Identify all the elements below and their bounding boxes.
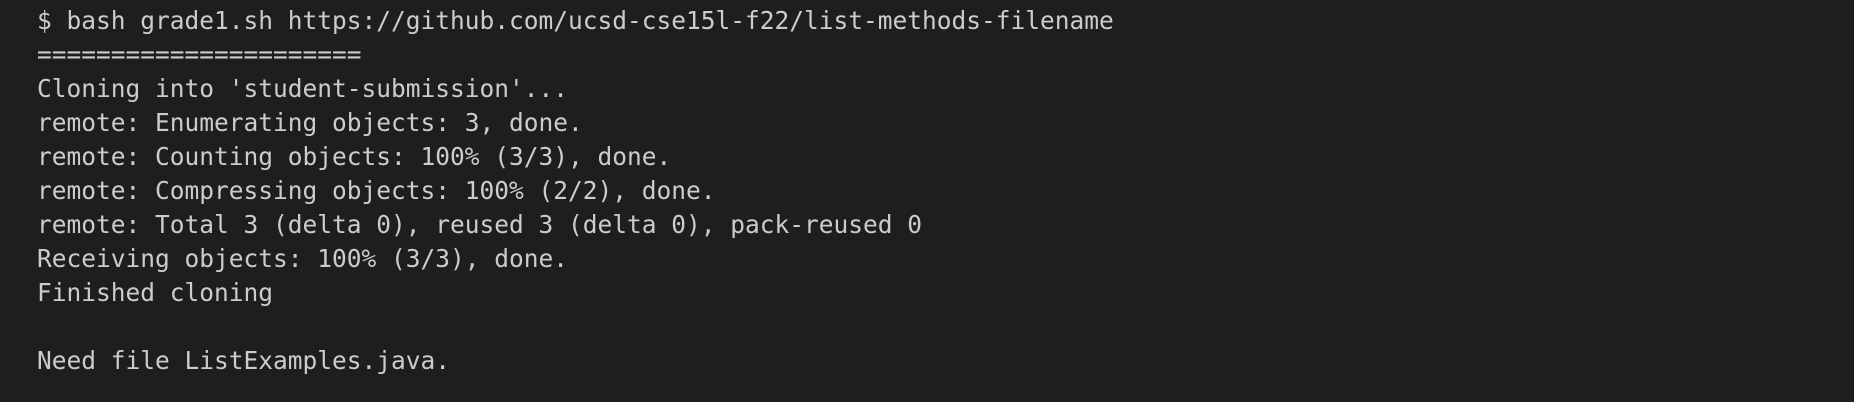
output-line: Cloning into 'student-submission'... [37,74,569,103]
output-line: Need file ListExamples.java. [37,346,451,375]
output-line: remote: Enumerating objects: 3, done. [37,108,583,137]
output-line: Receiving objects: 100% (3/3), done. [37,244,569,273]
output-line: remote: Compressing objects: 100% (2/2),… [37,176,716,205]
separator-line: ====================== [37,40,362,69]
command-line: $ bash grade1.sh https://github.com/ucsd… [37,6,1114,35]
terminal-output[interactable]: $ bash grade1.sh https://github.com/ucsd… [0,0,1854,402]
output-line: remote: Total 3 (delta 0), reused 3 (del… [37,210,923,239]
output-line: remote: Counting objects: 100% (3/3), do… [37,142,672,171]
output-line: Finished cloning [37,278,274,307]
